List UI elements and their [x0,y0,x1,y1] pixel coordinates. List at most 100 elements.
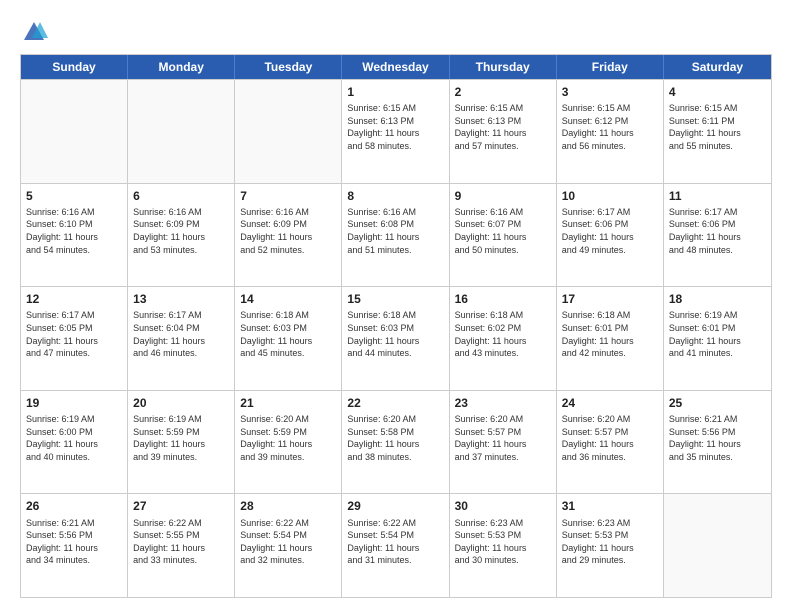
logo [20,18,52,46]
day-cell-1: 1 Sunrise: 6:15 AM Sunset: 6:13 PM Daylig… [342,80,449,183]
day-number: 26 [26,498,122,514]
day-info: Sunrise: 6:23 AM Sunset: 5:53 PM Dayligh… [455,517,551,567]
day-info: Sunrise: 6:18 AM Sunset: 6:03 PM Dayligh… [240,309,336,359]
day-info: Sunrise: 6:15 AM Sunset: 6:12 PM Dayligh… [562,102,658,152]
day-info: Sunrise: 6:16 AM Sunset: 6:09 PM Dayligh… [240,206,336,256]
day-number: 5 [26,188,122,204]
day-number: 31 [562,498,658,514]
day-number: 6 [133,188,229,204]
day-info: Sunrise: 6:23 AM Sunset: 5:53 PM Dayligh… [562,517,658,567]
day-cell-12: 12 Sunrise: 6:17 AM Sunset: 6:05 PM Dayli… [21,287,128,390]
day-cell-3: 3 Sunrise: 6:15 AM Sunset: 6:12 PM Daylig… [557,80,664,183]
day-cell-4: 4 Sunrise: 6:15 AM Sunset: 6:11 PM Daylig… [664,80,771,183]
calendar: SundayMondayTuesdayWednesdayThursdayFrid… [20,54,772,598]
day-info: Sunrise: 6:20 AM Sunset: 5:59 PM Dayligh… [240,413,336,463]
day-number: 9 [455,188,551,204]
day-cell-22: 22 Sunrise: 6:20 AM Sunset: 5:58 PM Dayli… [342,391,449,494]
day-number: 29 [347,498,443,514]
day-number: 24 [562,395,658,411]
day-number: 30 [455,498,551,514]
weekday-header-wednesday: Wednesday [342,55,449,79]
day-number: 25 [669,395,766,411]
calendar-header: SundayMondayTuesdayWednesdayThursdayFrid… [21,55,771,79]
day-number: 16 [455,291,551,307]
day-number: 20 [133,395,229,411]
day-info: Sunrise: 6:18 AM Sunset: 6:01 PM Dayligh… [562,309,658,359]
day-cell-11: 11 Sunrise: 6:17 AM Sunset: 6:06 PM Dayli… [664,184,771,287]
week-row-2: 5 Sunrise: 6:16 AM Sunset: 6:10 PM Daylig… [21,183,771,287]
day-cell-7: 7Sunrise: 6:16 AM Sunset: 6:09 PM Daylig… [235,184,342,287]
empty-cell [21,80,128,183]
day-cell-5: 5 Sunrise: 6:16 AM Sunset: 6:10 PM Daylig… [21,184,128,287]
day-number: 28 [240,498,336,514]
day-cell-2: 2Sunrise: 6:15 AM Sunset: 6:13 PM Daylig… [450,80,557,183]
day-info: Sunrise: 6:18 AM Sunset: 6:03 PM Dayligh… [347,309,443,359]
day-info: Sunrise: 6:19 AM Sunset: 6:00 PM Dayligh… [26,413,122,463]
day-info: Sunrise: 6:15 AM Sunset: 6:11 PM Dayligh… [669,102,766,152]
day-cell-21: 21 Sunrise: 6:20 AM Sunset: 5:59 PM Dayli… [235,391,342,494]
weekday-header-friday: Friday [557,55,664,79]
week-row-4: 19 Sunrise: 6:19 AM Sunset: 6:00 PM Dayli… [21,390,771,494]
day-cell-16: 16 Sunrise: 6:18 AM Sunset: 6:02 PM Dayli… [450,287,557,390]
day-info: Sunrise: 6:17 AM Sunset: 6:05 PM Dayligh… [26,309,122,359]
day-cell-24: 24Sunrise: 6:20 AM Sunset: 5:57 PM Dayli… [557,391,664,494]
day-number: 12 [26,291,122,307]
header [20,18,772,46]
day-cell-14: 14 Sunrise: 6:18 AM Sunset: 6:03 PM Dayli… [235,287,342,390]
page: SundayMondayTuesdayWednesdayThursdayFrid… [0,0,792,612]
day-number: 4 [669,84,766,100]
weekday-header-monday: Monday [128,55,235,79]
day-number: 21 [240,395,336,411]
day-cell-15: 15 Sunrise: 6:18 AM Sunset: 6:03 PM Dayli… [342,287,449,390]
day-cell-31: 31 Sunrise: 6:23 AM Sunset: 5:53 PM Dayli… [557,494,664,597]
day-number: 13 [133,291,229,307]
day-info: Sunrise: 6:17 AM Sunset: 6:04 PM Dayligh… [133,309,229,359]
empty-cell [664,494,771,597]
day-cell-27: 27 Sunrise: 6:22 AM Sunset: 5:55 PM Dayli… [128,494,235,597]
day-info: Sunrise: 6:17 AM Sunset: 6:06 PM Dayligh… [669,206,766,256]
day-number: 3 [562,84,658,100]
day-number: 1 [347,84,443,100]
day-number: 11 [669,188,766,204]
day-info: Sunrise: 6:17 AM Sunset: 6:06 PM Dayligh… [562,206,658,256]
day-number: 2 [455,84,551,100]
day-cell-8: 8 Sunrise: 6:16 AM Sunset: 6:08 PM Daylig… [342,184,449,287]
day-number: 8 [347,188,443,204]
day-info: Sunrise: 6:19 AM Sunset: 5:59 PM Dayligh… [133,413,229,463]
day-cell-19: 19 Sunrise: 6:19 AM Sunset: 6:00 PM Dayli… [21,391,128,494]
day-number: 27 [133,498,229,514]
day-number: 14 [240,291,336,307]
weekday-header-sunday: Sunday [21,55,128,79]
day-cell-25: 25Sunrise: 6:21 AM Sunset: 5:56 PM Dayli… [664,391,771,494]
day-number: 17 [562,291,658,307]
day-number: 15 [347,291,443,307]
day-info: Sunrise: 6:15 AM Sunset: 6:13 PM Dayligh… [347,102,443,152]
day-info: Sunrise: 6:18 AM Sunset: 6:02 PM Dayligh… [455,309,551,359]
day-info: Sunrise: 6:16 AM Sunset: 6:08 PM Dayligh… [347,206,443,256]
day-cell-26: 26Sunrise: 6:21 AM Sunset: 5:56 PM Dayli… [21,494,128,597]
day-info: Sunrise: 6:22 AM Sunset: 5:54 PM Dayligh… [240,517,336,567]
day-number: 18 [669,291,766,307]
empty-cell [235,80,342,183]
day-cell-23: 23Sunrise: 6:20 AM Sunset: 5:57 PM Dayli… [450,391,557,494]
calendar-body: 1 Sunrise: 6:15 AM Sunset: 6:13 PM Daylig… [21,79,771,597]
day-cell-9: 9Sunrise: 6:16 AM Sunset: 6:07 PM Daylig… [450,184,557,287]
day-cell-30: 30 Sunrise: 6:23 AM Sunset: 5:53 PM Dayli… [450,494,557,597]
day-cell-6: 6 Sunrise: 6:16 AM Sunset: 6:09 PM Daylig… [128,184,235,287]
day-info: Sunrise: 6:16 AM Sunset: 6:10 PM Dayligh… [26,206,122,256]
day-info: Sunrise: 6:22 AM Sunset: 5:55 PM Dayligh… [133,517,229,567]
empty-cell [128,80,235,183]
day-cell-28: 28 Sunrise: 6:22 AM Sunset: 5:54 PM Dayli… [235,494,342,597]
week-row-1: 1 Sunrise: 6:15 AM Sunset: 6:13 PM Daylig… [21,79,771,183]
weekday-header-saturday: Saturday [664,55,771,79]
day-cell-13: 13 Sunrise: 6:17 AM Sunset: 6:04 PM Dayli… [128,287,235,390]
day-info: Sunrise: 6:16 AM Sunset: 6:09 PM Dayligh… [133,206,229,256]
day-number: 23 [455,395,551,411]
day-number: 22 [347,395,443,411]
day-number: 19 [26,395,122,411]
weekday-header-tuesday: Tuesday [235,55,342,79]
day-info: Sunrise: 6:20 AM Sunset: 5:58 PM Dayligh… [347,413,443,463]
day-cell-17: 17 Sunrise: 6:18 AM Sunset: 6:01 PM Dayli… [557,287,664,390]
day-cell-10: 10Sunrise: 6:17 AM Sunset: 6:06 PM Dayli… [557,184,664,287]
week-row-5: 26Sunrise: 6:21 AM Sunset: 5:56 PM Dayli… [21,493,771,597]
